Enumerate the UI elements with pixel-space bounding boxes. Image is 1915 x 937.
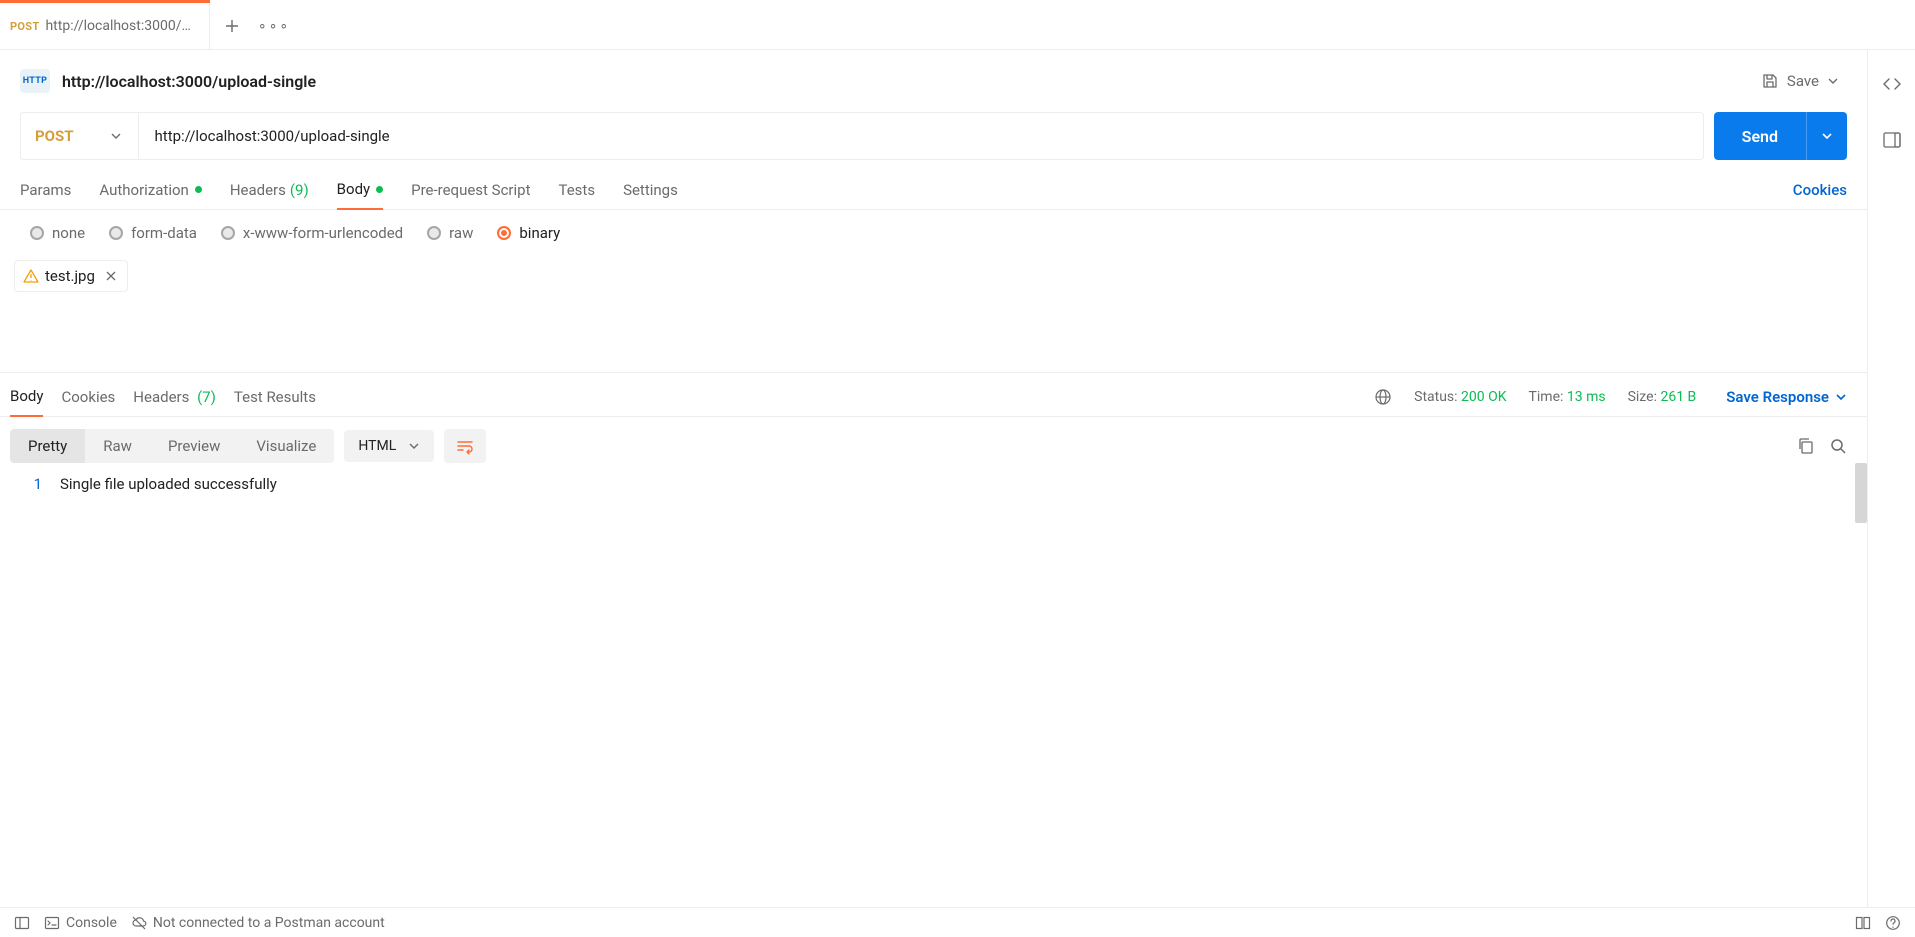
search-button[interactable] bbox=[1829, 437, 1847, 455]
status-code[interactable]: Status: 200 OK bbox=[1414, 389, 1506, 405]
tab-tests[interactable]: Tests bbox=[558, 181, 595, 209]
seg-visualize[interactable]: Visualize bbox=[238, 429, 334, 463]
account-status[interactable]: Not connected to a Postman account bbox=[131, 915, 385, 931]
radio-icon bbox=[109, 226, 123, 240]
request-name[interactable]: http://localhost:3000/upload-single bbox=[62, 72, 316, 91]
seg-pretty[interactable]: Pretty bbox=[10, 429, 85, 463]
file-chip[interactable]: test.jpg bbox=[14, 260, 128, 292]
send-button-group: Send bbox=[1714, 112, 1847, 160]
warning-icon bbox=[23, 268, 39, 284]
resp-tab-test-results[interactable]: Test Results bbox=[234, 388, 316, 416]
save-label: Save bbox=[1787, 72, 1819, 90]
chevron-down-icon bbox=[408, 440, 420, 452]
resp-tab-headers[interactable]: Headers (7) bbox=[133, 388, 216, 416]
radio-icon bbox=[427, 226, 441, 240]
response-size[interactable]: Size: 261 B bbox=[1628, 389, 1697, 405]
tab-authorization[interactable]: Authorization bbox=[99, 181, 201, 209]
view-controls: Pretty Raw Preview Visualize HTML bbox=[0, 417, 1867, 463]
remove-file-button[interactable] bbox=[103, 268, 119, 284]
plus-icon bbox=[224, 18, 240, 34]
line-gutter: 1 bbox=[0, 473, 60, 907]
status-bar: Console Not connected to a Postman accou… bbox=[0, 907, 1915, 937]
tab-overflow-button[interactable]: ∘∘∘ bbox=[254, 18, 294, 34]
view-mode-segment: Pretty Raw Preview Visualize bbox=[10, 429, 334, 463]
tab-headers[interactable]: Headers (9) bbox=[230, 181, 309, 209]
tab-settings[interactable]: Settings bbox=[623, 181, 678, 209]
wrap-lines-button[interactable] bbox=[444, 429, 486, 463]
radio-binary[interactable]: binary bbox=[497, 224, 560, 242]
tab-body[interactable]: Body bbox=[337, 180, 383, 210]
radio-icon bbox=[221, 226, 235, 240]
radio-icon bbox=[497, 226, 511, 240]
search-icon bbox=[1829, 437, 1847, 455]
more-icon: ∘∘∘ bbox=[258, 18, 290, 34]
panel-icon bbox=[14, 915, 30, 931]
chevron-down-icon bbox=[1835, 391, 1847, 403]
url-input[interactable]: http://localhost:3000/upload-single bbox=[139, 113, 1703, 159]
radio-urlencoded[interactable]: x-www-form-urlencoded bbox=[221, 224, 403, 242]
layout-button[interactable] bbox=[1855, 915, 1871, 931]
url-row: POST http://localhost:3000/upload-single… bbox=[0, 106, 1867, 160]
code-icon[interactable] bbox=[1882, 74, 1902, 94]
two-pane-icon bbox=[1855, 915, 1871, 931]
radio-raw[interactable]: raw bbox=[427, 224, 473, 242]
dot-indicator-icon bbox=[195, 186, 202, 193]
radio-form-data[interactable]: form-data bbox=[109, 224, 197, 242]
save-icon bbox=[1761, 72, 1779, 90]
chevron-down-icon bbox=[1827, 75, 1839, 87]
method-select[interactable]: POST bbox=[21, 113, 139, 159]
request-tab[interactable]: POST http://localhost:3000/up bbox=[0, 3, 210, 49]
resp-tab-body[interactable]: Body bbox=[10, 387, 43, 417]
method-label: POST bbox=[35, 127, 74, 145]
sidebar-toggle-button[interactable] bbox=[14, 915, 30, 931]
response-body-viewer[interactable]: 1 Single file uploaded successfully bbox=[0, 463, 1867, 907]
dot-indicator-icon bbox=[376, 186, 383, 193]
close-icon bbox=[103, 268, 119, 284]
scrollbar[interactable] bbox=[1855, 463, 1867, 523]
radio-icon bbox=[30, 226, 44, 240]
body-type-options: none form-data x-www-form-urlencoded raw… bbox=[0, 210, 1867, 242]
chevron-down-icon bbox=[110, 130, 122, 142]
tab-params[interactable]: Params bbox=[20, 181, 71, 209]
save-response-button[interactable]: Save Response bbox=[1726, 388, 1847, 416]
request-header: HTTP http://localhost:3000/upload-single… bbox=[0, 50, 1867, 106]
file-name: test.jpg bbox=[45, 267, 95, 285]
seg-preview[interactable]: Preview bbox=[150, 429, 238, 463]
panel-icon[interactable] bbox=[1882, 130, 1902, 150]
send-button[interactable]: Send bbox=[1714, 112, 1806, 160]
cookies-link[interactable]: Cookies bbox=[1793, 181, 1847, 209]
console-icon bbox=[44, 915, 60, 931]
copy-button[interactable] bbox=[1797, 437, 1815, 455]
tab-prerequest[interactable]: Pre-request Script bbox=[411, 181, 530, 209]
help-button[interactable] bbox=[1885, 915, 1901, 931]
help-icon bbox=[1885, 915, 1901, 931]
http-badge-icon: HTTP bbox=[20, 69, 50, 93]
tab-method-badge: POST bbox=[10, 20, 39, 33]
url-box: POST http://localhost:3000/upload-single bbox=[20, 112, 1704, 160]
response-content: Single file uploaded successfully bbox=[60, 473, 1867, 907]
console-button[interactable]: Console bbox=[44, 915, 117, 931]
cloud-off-icon bbox=[131, 915, 147, 931]
response-time[interactable]: Time: 13 ms bbox=[1529, 389, 1606, 405]
send-dropdown[interactable] bbox=[1806, 112, 1847, 160]
request-tabs: Params Authorization Headers (9) Body Pr… bbox=[0, 160, 1867, 210]
save-button[interactable]: Save bbox=[1753, 66, 1847, 96]
response-status: Status: 200 OK Time: 13 ms Size: 261 B bbox=[1374, 388, 1696, 416]
copy-icon bbox=[1797, 437, 1815, 455]
new-tab-button[interactable] bbox=[210, 3, 254, 49]
format-dropdown[interactable]: HTML bbox=[344, 430, 434, 462]
tab-title: http://localhost:3000/up bbox=[45, 18, 193, 34]
seg-raw[interactable]: Raw bbox=[85, 429, 150, 463]
file-chip-row: test.jpg bbox=[0, 242, 1867, 292]
resp-tab-cookies[interactable]: Cookies bbox=[61, 388, 115, 416]
network-icon[interactable] bbox=[1374, 388, 1392, 406]
tabs-bar: POST http://localhost:3000/up ∘∘∘ bbox=[0, 3, 1915, 50]
chevron-down-icon bbox=[1821, 130, 1833, 142]
wrap-icon bbox=[456, 437, 474, 455]
response-tabs: Body Cookies Headers (7) Test Results St… bbox=[0, 373, 1867, 417]
radio-none[interactable]: none bbox=[30, 224, 85, 242]
right-rail bbox=[1867, 50, 1915, 907]
